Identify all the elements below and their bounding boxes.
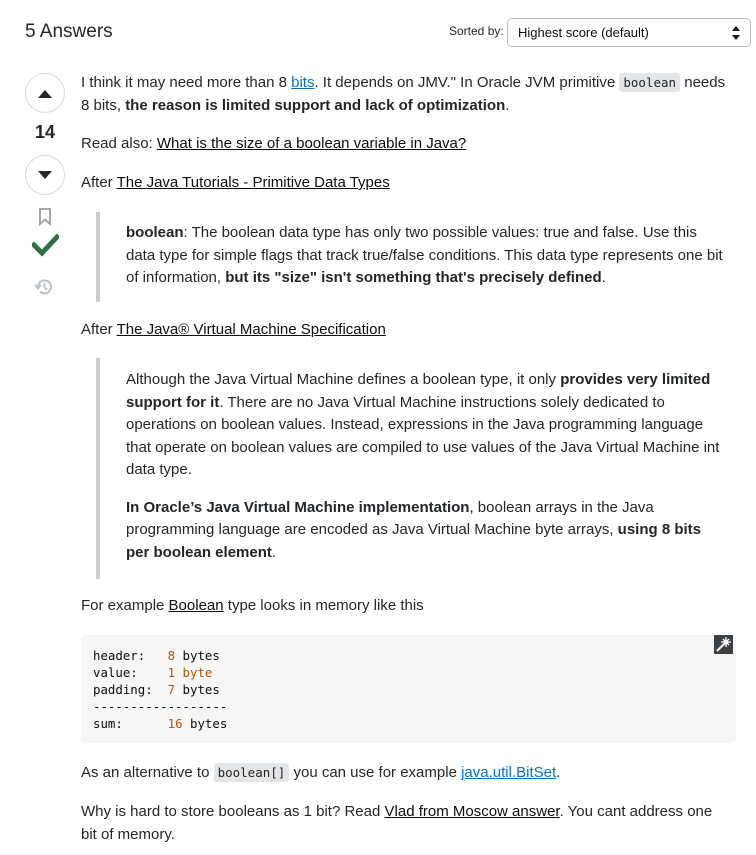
blockquote-jvm-spec: Although the Java Virtual Machine define… [96,358,726,579]
text: Read also: [81,135,157,152]
downvote-button[interactable] [25,155,65,195]
boolean-class-link[interactable]: Boolean [169,597,224,614]
history-icon[interactable] [34,277,54,297]
text: . It depends on JMV." In Oracle JVM prim… [314,74,620,91]
upvote-icon [38,90,52,98]
bold-text: the reason is limited support and lack o… [125,96,506,114]
vote-count: 14 [34,122,56,142]
code-text: bytes [182,716,228,731]
upvote-button[interactable] [25,73,65,113]
text: you can use for example [289,764,462,781]
answer-paragraph-3: After The Java Tutorials - Primitive Dat… [81,172,390,195]
bits-link[interactable]: bits [291,74,314,91]
code-text: bytes [175,648,220,663]
accepted-check-icon [32,233,59,257]
code-number: 7 [167,682,176,697]
boolean-size-link[interactable]: What is the size of a boolean variable i… [157,135,466,152]
bitset-link[interactable]: java.util.BitSet [461,764,556,781]
text: After [81,174,117,191]
text: For example [81,597,169,614]
jvm-spec-link[interactable]: The Java® Virtual Machine Specification [117,321,386,338]
bold-text: In Oracle’s Java Virtual Machine impleme… [126,498,470,516]
inline-code-boolean: boolean [619,73,681,92]
text: type looks in memory like this [223,597,424,614]
answer-paragraph-4: After The Java® Virtual Machine Specific… [81,319,386,342]
code-text: sum: [93,716,168,731]
code-number: 16 [167,716,183,731]
sort-select[interactable]: Highest score (default) [507,18,751,47]
text: I think it may need more than 8 [81,74,292,91]
bold-text: but its "size" isn't something that's pr… [225,269,602,286]
answer-paragraph-7: Why is hard to store booleans as 1 bit? … [81,801,731,846]
vlad-answer-link[interactable]: Vlad from Moscow answer [385,803,560,820]
text: As an alternative to [81,764,214,781]
quote-paragraph: Although the Java Virtual Machine define… [126,358,726,482]
sort-select-value: Highest score (default) [518,25,649,40]
code-text: header: [93,648,168,663]
code-text: value: [93,665,168,680]
answer-paragraph-6: As an alternative to boolean[] you can u… [81,762,560,785]
answers-count: 5 Answers [25,21,113,42]
quote-paragraph: boolean: The boolean data type has only … [126,212,726,290]
quote-paragraph: In Oracle’s Java Virtual Machine impleme… [126,497,726,565]
answer-paragraph-2: Read also: What is the size of a boolean… [81,133,466,156]
answer-paragraph-1: I think it may need more than 8 bits. It… [81,72,737,117]
text: After [81,321,117,338]
inline-code-boolean-array: boolean[] [213,763,290,782]
sparkle-icon [716,637,731,652]
code-number: 1 [167,665,176,680]
code-text: byte [175,665,213,680]
text: . [556,764,561,781]
sorted-by-label: Sorted by: [449,24,504,38]
java-tutorials-link[interactable]: The Java Tutorials - Primitive Data Type… [117,174,390,191]
code-content: header: 8 bytes value: 1 byte padding: 7… [93,647,227,732]
code-text: padding: [93,682,168,697]
bookmark-icon[interactable] [38,208,52,226]
downvote-icon [38,171,52,179]
text: . [601,269,606,286]
text: . [271,543,277,561]
code-text: ------------------ [93,699,228,714]
select-arrows-icon [732,26,740,40]
text: Why is hard to store booleans as 1 bit? … [81,803,385,820]
copy-code-icon[interactable] [714,635,733,654]
code-block: header: 8 bytes value: 1 byte padding: 7… [81,635,736,743]
text: . [505,96,510,114]
answer-paragraph-5: For example Boolean type looks in memory… [81,595,424,618]
blockquote-tutorials: boolean: The boolean data type has only … [96,212,726,302]
bold-text: boolean [126,224,184,241]
answers-header: 5 Answers Sorted by: Highest score (defa… [25,18,751,50]
text: Although the Java Virtual Machine define… [126,371,561,388]
code-text: bytes [175,682,220,697]
code-number: 8 [167,648,176,663]
